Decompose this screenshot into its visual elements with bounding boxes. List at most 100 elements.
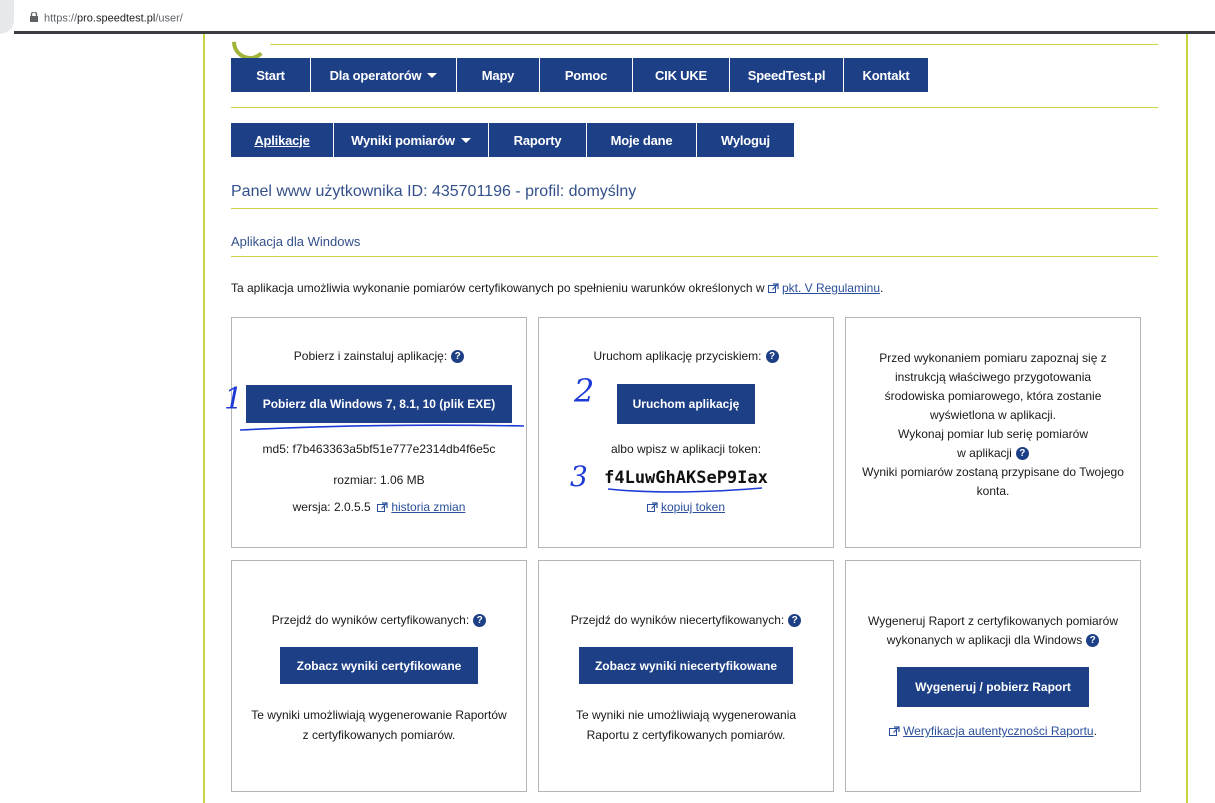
info-line: Wykonaj pomiar lub serię pomiarów xyxy=(898,427,1088,441)
certified-heading: Przejdź do wyników certyfikowanych:? xyxy=(232,613,526,628)
generate-report-button[interactable]: Wygeneruj / pobierz Raport xyxy=(897,667,1089,707)
main-nav-item-cik-uke[interactable]: CIK UKE xyxy=(633,58,730,92)
run-heading: Uruchom aplikację przyciskiem:? xyxy=(539,349,833,364)
report-heading-line: wykonanych w aplikacji dla Windows xyxy=(886,633,1083,647)
certified-heading-text: Przejdź do wyników certyfikowanych: xyxy=(271,613,470,627)
user-nav-item-label: Moje dane xyxy=(610,132,673,148)
noncertified-note-line: Raportu z certyfikowanych pomiarów. xyxy=(586,728,786,742)
user-nav-item-aplikacje[interactable]: Aplikacje xyxy=(231,123,334,157)
user-nav-item-moje-dane[interactable]: Moje dane xyxy=(587,123,697,157)
report-heading-line: Wygeneruj Raport z certyfikowanych pomia… xyxy=(868,614,1118,628)
annotation-number-3: 3 xyxy=(570,460,588,493)
help-icon[interactable]: ? xyxy=(1086,634,1100,648)
info-line: w aplikacji xyxy=(957,446,1012,460)
external-link-icon xyxy=(377,502,388,513)
browser-tab-edge xyxy=(0,0,14,34)
lock-icon xyxy=(30,11,38,25)
md5-text: md5: f7b463363a5bf51e777e2314db4f6e5c xyxy=(262,442,496,456)
main-nav-item-label: Dla operatorów xyxy=(329,67,422,83)
intro-text: Ta aplikacja umożliwia wykonanie pomiaró… xyxy=(231,281,883,295)
info-line-with-help: w aplikacji? xyxy=(846,444,1140,463)
external-link-icon xyxy=(889,726,900,737)
noncertified-note-line: Te wyniki nie umożliwiają wygenerowania xyxy=(575,708,797,722)
external-link-icon xyxy=(646,502,658,513)
run-card: Uruchom aplikację przyciskiem:? Uruchom … xyxy=(538,317,834,548)
section-divider xyxy=(231,256,1158,257)
main-nav: Start Dla operatorów Mapy Pomoc CIK UKE Speed… xyxy=(231,58,928,92)
user-nav-item-wyloguj[interactable]: Wyloguj xyxy=(697,123,794,157)
main-nav-item-label: Pomoc xyxy=(564,67,608,83)
info-card: Przed wykonaniem pomiaru zapoznaj się z … xyxy=(845,317,1141,548)
user-nav: Aplikacje Wyniki pomiarów Raporty Moje dane… xyxy=(231,123,794,157)
intro-suffix: . xyxy=(880,281,884,295)
size-text: rozmiar: 1.06 MB xyxy=(333,473,425,487)
version-row: wersja: 2.0.5.5 historia zmian xyxy=(232,500,526,514)
main-nav-item-label: Start xyxy=(256,67,285,83)
address-url[interactable]: https://pro.speedtest.pl/user/ xyxy=(30,11,183,25)
main-nav-item-kontakt[interactable]: Kontakt xyxy=(844,58,928,92)
info-line: wyświetlona w aplikacji. xyxy=(929,408,1057,422)
info-text: Przed wykonaniem pomiaru zapoznaj się z … xyxy=(846,349,1140,501)
url-prefix: https:// xyxy=(44,12,78,25)
regulamin-link[interactable]: pkt. V Regulaminu xyxy=(782,281,880,295)
info-line: środowiska pomiarowego, która zostanie xyxy=(884,389,1102,403)
view-noncertified-button[interactable]: Zobacz wyniki niecertyfikowane xyxy=(578,647,794,684)
copy-token-row: kopiuj token xyxy=(539,500,833,514)
main-nav-item-dla-operatorów[interactable]: Dla operatorów xyxy=(311,58,457,92)
noncertified-card: Przejdź do wyników niecertyfikowanych:? … xyxy=(538,560,834,792)
user-nav-item-label: Wyloguj xyxy=(721,132,770,148)
user-nav-item-raporty[interactable]: Raporty xyxy=(489,123,587,157)
annotation-underline-1 xyxy=(239,424,525,431)
report-heading-line-with-help: wykonanych w aplikacji dla Windows? xyxy=(846,631,1140,650)
noncertified-heading: Przejdź do wyników niecertyfikowanych:? xyxy=(539,613,833,628)
help-icon[interactable]: ? xyxy=(451,350,465,364)
info-line: konta. xyxy=(976,484,1010,498)
run-app-button[interactable]: Uruchom aplikację xyxy=(616,384,756,424)
certified-note: Te wyniki umożliwiają wygenerowanie Rapo… xyxy=(232,705,526,745)
nav-divider xyxy=(231,107,1158,108)
main-nav-item-label: Mapy xyxy=(481,67,515,83)
certified-note-line: z certyfikowanych pomiarów. xyxy=(302,728,456,742)
main-nav-item-label: CIK UKE xyxy=(654,67,708,83)
main-nav-item-speedtest-pl[interactable]: SpeedTest.pl xyxy=(730,58,844,92)
run-heading-text: Uruchom aplikację przyciskiem: xyxy=(593,349,762,363)
user-nav-item-label: Wyniki pomiarów xyxy=(351,132,455,148)
main-nav-item-label: Kontakt xyxy=(862,67,910,83)
external-link-icon xyxy=(767,283,779,294)
url-path: /user/ xyxy=(155,12,183,25)
caret-down-icon xyxy=(427,72,438,78)
info-line: instrukcją właściwego przygotowania xyxy=(894,370,1092,384)
browser-address-bar: https://pro.speedtest.pl/user/ xyxy=(0,0,1215,34)
main-nav-item-mapy[interactable]: Mapy xyxy=(457,58,540,92)
report-card: Wygeneruj Raport z certyfikowanych pomia… xyxy=(845,560,1141,792)
help-icon[interactable]: ? xyxy=(1015,447,1029,461)
noncertified-heading-text: Przejdź do wyników niecertyfikowanych: xyxy=(570,613,785,627)
version-text: wersja: 2.0.5.5 xyxy=(292,500,371,514)
user-nav-item-wyniki-pomiarów[interactable]: Wyniki pomiarów xyxy=(334,123,489,157)
url-host: pro.speedtest.pl xyxy=(77,12,156,25)
main-nav-item-start[interactable]: Start xyxy=(231,58,311,92)
caret-down-icon xyxy=(460,137,471,143)
certified-card: Przejdź do wyników certyfikowanych:? Zob… xyxy=(231,560,527,792)
annotation-underline-3 xyxy=(607,487,763,493)
history-link[interactable]: historia zmian xyxy=(391,500,465,514)
view-certified-button[interactable]: Zobacz wyniki certyfikowane xyxy=(279,647,479,684)
info-line: Przed wykonaniem pomiaru zapoznaj się z xyxy=(879,351,1107,365)
intro-body: Ta aplikacja umożliwia wykonanie pomiaró… xyxy=(231,281,765,295)
page-title: Panel www użytkownika ID: 435701196 - pr… xyxy=(231,183,637,200)
section-title: Aplikacja dla Windows xyxy=(231,234,361,249)
main-nav-item-pomoc[interactable]: Pomoc xyxy=(540,58,633,92)
annotation-number-2: 2 xyxy=(574,372,595,410)
help-icon[interactable]: ? xyxy=(765,350,779,364)
info-line: Wyniki pomiarów zostaną przypisane do Tw… xyxy=(862,465,1124,479)
help-icon[interactable]: ? xyxy=(788,614,802,628)
download-exe-button[interactable]: Pobierz dla Windows 7, 8.1, 10 (plik EXE… xyxy=(245,385,513,423)
user-nav-item-label: Raporty xyxy=(513,132,562,148)
verify-suffix: . xyxy=(1093,724,1097,738)
verify-report-link[interactable]: Weryfikacja autentyczności Raportu xyxy=(903,724,1094,738)
main-nav-item-label: SpeedTest.pl xyxy=(747,67,826,83)
copy-token-link[interactable]: kopiuj token xyxy=(661,500,725,514)
logo-divider xyxy=(270,44,1158,45)
title-divider xyxy=(231,208,1158,209)
help-icon[interactable]: ? xyxy=(473,614,487,628)
